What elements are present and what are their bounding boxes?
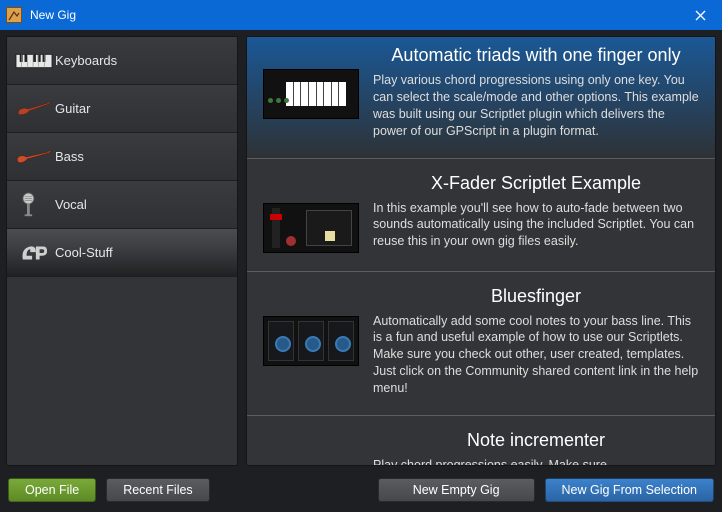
open-file-button[interactable]: Open File bbox=[8, 478, 96, 502]
template-entry[interactable]: X-Fader Scriptlet Example In this exampl… bbox=[247, 159, 715, 272]
template-thumbnail bbox=[263, 69, 359, 119]
window-title: New Gig bbox=[30, 8, 76, 22]
microphone-icon bbox=[13, 191, 55, 219]
sidebar-item-cool-stuff[interactable]: Cool-Stuff bbox=[7, 229, 237, 277]
sidebar-item-vocal[interactable]: Vocal bbox=[7, 181, 237, 229]
template-entry[interactable]: Note incrementer Play chord progressions… bbox=[247, 416, 715, 465]
bottom-toolbar: Open File Recent Files New Empty Gig New… bbox=[6, 466, 716, 506]
template-description: Play chord progressions easily. Make sur… bbox=[373, 457, 699, 465]
sidebar-item-bass[interactable]: Bass bbox=[7, 133, 237, 181]
template-description: In this example you'll see how to auto-f… bbox=[373, 200, 699, 251]
template-title: Bluesfinger bbox=[373, 286, 699, 307]
main-area: Keyboards Guitar Bass bbox=[6, 36, 716, 466]
sidebar-item-label: Cool-Stuff bbox=[55, 245, 113, 260]
template-entry[interactable]: Bluesfinger Automatically add some cool … bbox=[247, 272, 715, 416]
titlebar: New Gig bbox=[0, 0, 722, 30]
sidebar-item-label: Vocal bbox=[55, 197, 87, 212]
sidebar-item-label: Keyboards bbox=[55, 53, 117, 68]
sidebar-item-label: Bass bbox=[55, 149, 84, 164]
template-thumbnail bbox=[263, 203, 359, 253]
template-thumbnail bbox=[263, 316, 359, 366]
template-list[interactable]: Automatic triads with one finger only Pl… bbox=[246, 36, 716, 466]
template-title: Automatic triads with one finger only bbox=[373, 45, 699, 66]
bass-icon bbox=[13, 143, 55, 171]
new-empty-gig-button[interactable]: New Empty Gig bbox=[378, 478, 535, 502]
template-title: Note incrementer bbox=[373, 430, 699, 451]
sidebar-item-guitar[interactable]: Guitar bbox=[7, 85, 237, 133]
keyboard-icon bbox=[13, 47, 55, 75]
sidebar-item-keyboards[interactable]: Keyboards bbox=[7, 37, 237, 85]
new-gig-from-selection-button[interactable]: New Gig From Selection bbox=[545, 478, 714, 502]
window-body: Keyboards Guitar Bass bbox=[0, 30, 722, 512]
template-description: Automatically add some cool notes to you… bbox=[373, 313, 699, 397]
guitar-icon bbox=[13, 95, 55, 123]
app-icon bbox=[6, 7, 22, 23]
template-title: X-Fader Scriptlet Example bbox=[373, 173, 699, 194]
template-description: Play various chord progressions using on… bbox=[373, 72, 699, 140]
recent-files-button[interactable]: Recent Files bbox=[106, 478, 209, 502]
gp-logo-icon bbox=[13, 239, 55, 267]
sidebar-item-label: Guitar bbox=[55, 101, 90, 116]
close-button[interactable] bbox=[678, 0, 722, 30]
sidebar: Keyboards Guitar Bass bbox=[6, 36, 238, 466]
template-entry[interactable]: Automatic triads with one finger only Pl… bbox=[247, 37, 715, 159]
